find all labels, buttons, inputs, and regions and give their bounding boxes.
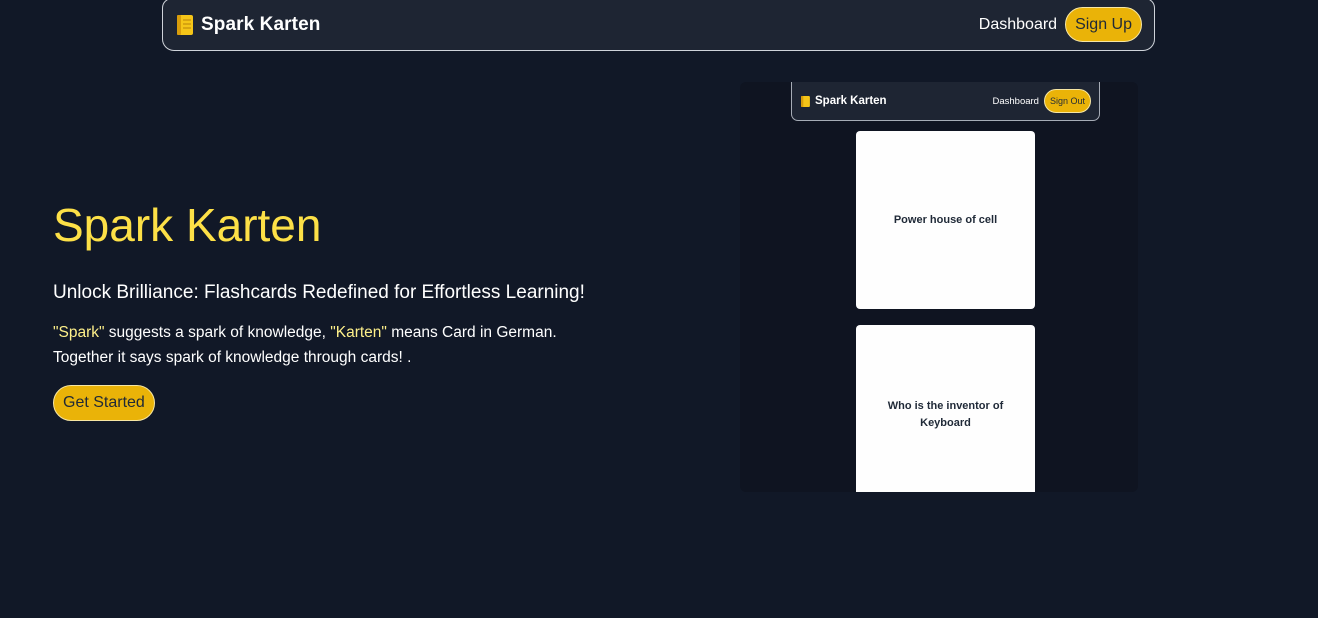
sign-up-button[interactable]: Sign Up xyxy=(1065,7,1142,42)
top-navbar: Spark Karten Dashboard Sign Up xyxy=(162,0,1155,51)
highlight-spark: "Spark" xyxy=(53,324,105,341)
get-started-button[interactable]: Get Started xyxy=(53,385,155,421)
landing-page: Spark Karten Dashboard Sign Up Spark Kar… xyxy=(0,0,1318,618)
hero-description: "Spark" suggests a spark of knowledge, "… xyxy=(53,320,633,370)
brand-name: Spark Karten xyxy=(201,13,321,35)
preview-navbar: Spark Karten Dashboard Sign Out xyxy=(791,82,1100,121)
desc-text-2: means Card in German. xyxy=(386,324,557,341)
preview-dashboard-link: Dashboard xyxy=(992,95,1039,107)
preview-brand-name: Spark Karten xyxy=(815,95,887,107)
notebook-icon xyxy=(175,14,195,36)
desc-text-3: Together it says spark of knowledge thro… xyxy=(53,349,412,366)
brand[interactable]: Spark Karten xyxy=(175,14,320,36)
flashcard: Power house of cell xyxy=(856,131,1035,309)
preview-nav-actions: Dashboard Sign Out xyxy=(992,89,1091,113)
hero-subtitle: Unlock Brilliance: Flashcards Redefined … xyxy=(53,282,585,303)
dashboard-link[interactable]: Dashboard xyxy=(979,16,1057,34)
desc-text-1: suggests a spark of knowledge, xyxy=(104,324,331,341)
nav-actions: Dashboard Sign Up xyxy=(979,7,1142,42)
hero-title: Spark Karten xyxy=(53,199,322,251)
flashcard: Who is the inventor of Keyboard xyxy=(856,325,1035,492)
preview-brand: Spark Karten xyxy=(800,95,887,108)
highlight-karten: "Karten" xyxy=(330,324,387,341)
preview-sign-out-button: Sign Out xyxy=(1043,89,1091,113)
notebook-icon xyxy=(800,95,811,108)
app-preview-image: Spark Karten Dashboard Sign Out Power ho… xyxy=(740,82,1138,492)
